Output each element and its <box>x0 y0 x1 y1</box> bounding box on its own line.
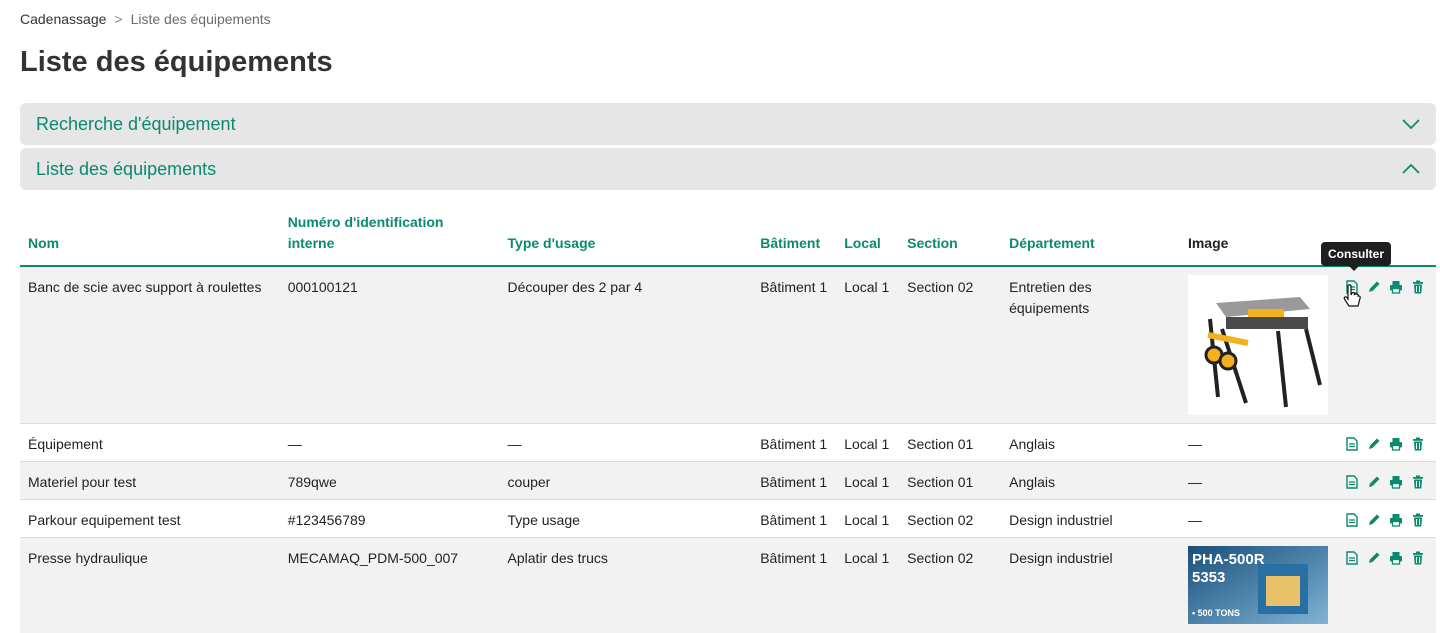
header-type[interactable]: Type d'usage <box>499 205 753 267</box>
page-title: Liste des équipements <box>20 46 333 78</box>
printer-icon[interactable] <box>1388 550 1404 566</box>
cell-actions <box>1335 537 1436 633</box>
pencil-icon[interactable] <box>1366 550 1382 566</box>
trash-icon[interactable] <box>1410 512 1426 528</box>
cell-section: Section 01 <box>899 461 1002 500</box>
cell-type: — <box>499 423 753 462</box>
header-numero[interactable]: Numéro d'identification interne <box>279 205 500 267</box>
cell-batiment: Bâtiment 1 <box>752 423 837 462</box>
cell-actions <box>1335 461 1436 500</box>
cell-type: couper <box>499 461 753 500</box>
cell-numero: — <box>279 423 500 462</box>
cell-local: Local 1 <box>836 461 900 500</box>
cell-nom: Banc de scie avec support à roulettes <box>20 266 280 424</box>
table-row[interactable]: Banc de scie avec support à roulettes 00… <box>20 266 1436 424</box>
breadcrumb: Cadenassage > Liste des équipements <box>20 11 271 27</box>
cell-image <box>1179 266 1336 424</box>
cell-image: — <box>1179 499 1336 538</box>
hydraulic-press-image[interactable]: PHA-500R 5353 • 500 TONS <box>1187 545 1328 624</box>
cell-nom: Presse hydraulique <box>20 537 280 633</box>
hand-cursor-icon <box>1343 284 1361 307</box>
cell-nom: Parkour equipement test <box>20 499 280 538</box>
cell-nom: Équipement <box>20 423 280 462</box>
chevron-down-icon[interactable] <box>1402 118 1420 130</box>
table-header-row: Nom Numéro d'identification interne Type… <box>20 205 1436 267</box>
pencil-icon[interactable] <box>1366 474 1382 490</box>
cell-departement: Entretien des équipements <box>1001 266 1180 424</box>
document-icon[interactable] <box>1344 550 1360 566</box>
cell-type: Type usage <box>499 499 753 538</box>
header-local[interactable]: Local <box>836 205 900 267</box>
cell-section: Section 01 <box>899 423 1002 462</box>
document-icon[interactable] <box>1344 474 1360 490</box>
cell-local: Local 1 <box>836 499 900 538</box>
document-icon[interactable] <box>1344 512 1360 528</box>
pencil-icon[interactable] <box>1366 436 1382 452</box>
printer-icon[interactable] <box>1388 512 1404 528</box>
trash-icon[interactable] <box>1410 550 1426 566</box>
cell-image: — <box>1179 461 1336 500</box>
cell-numero: 000100121 <box>279 266 500 424</box>
document-icon[interactable] <box>1344 436 1360 452</box>
header-section[interactable]: Section <box>899 205 1002 267</box>
table-saw-image[interactable] <box>1187 275 1328 415</box>
cell-local: Local 1 <box>836 266 900 424</box>
trash-icon[interactable] <box>1410 436 1426 452</box>
cell-nom: Materiel pour test <box>20 461 280 500</box>
consulter-tooltip: Consulter <box>1321 242 1392 271</box>
cell-numero: MECAMAQ_PDM-500_007 <box>279 537 500 633</box>
cell-departement: Design industriel <box>1001 537 1180 633</box>
cell-batiment: Bâtiment 1 <box>752 461 837 500</box>
pencil-icon[interactable] <box>1366 512 1382 528</box>
printer-icon[interactable] <box>1388 279 1404 295</box>
breadcrumb-separator: > <box>114 11 123 27</box>
cell-batiment: Bâtiment 1 <box>752 537 837 633</box>
printer-icon[interactable] <box>1388 436 1404 452</box>
cell-section: Section 02 <box>899 537 1002 633</box>
header-departement[interactable]: Département <box>1001 205 1180 267</box>
trash-icon[interactable] <box>1410 474 1426 490</box>
table-row[interactable]: Materiel pour test 789qwe couper Bâtimen… <box>20 461 1436 500</box>
cell-image: PHA-500R 5353 • 500 TONS <box>1179 537 1336 633</box>
cell-departement: Anglais <box>1001 423 1180 462</box>
cell-image: — <box>1179 423 1336 462</box>
pencil-icon[interactable] <box>1366 279 1382 295</box>
cell-numero: 789qwe <box>279 461 500 500</box>
cell-numero: #123456789 <box>279 499 500 538</box>
cell-type: Aplatir des trucs <box>499 537 753 633</box>
printer-icon[interactable] <box>1388 474 1404 490</box>
table-row[interactable]: Équipement — — Bâtiment 1 Local 1 Sectio… <box>20 423 1436 462</box>
list-panel-header[interactable]: Liste des équipements <box>20 148 1436 190</box>
cell-departement: Anglais <box>1001 461 1180 500</box>
search-panel-label: Recherche d'équipement <box>36 113 236 134</box>
cell-type: Découper des 2 par 4 <box>499 266 753 424</box>
cell-local: Local 1 <box>836 537 900 633</box>
table-row[interactable]: Parkour equipement test #123456789 Type … <box>20 499 1436 538</box>
cell-actions <box>1335 499 1436 538</box>
chevron-up-icon[interactable] <box>1402 163 1420 175</box>
trash-icon[interactable] <box>1410 279 1426 295</box>
equipment-table: Nom Numéro d'identification interne Type… <box>20 205 1436 633</box>
breadcrumb-current: Liste des équipements <box>130 11 271 27</box>
cell-actions <box>1335 423 1436 462</box>
cell-batiment: Bâtiment 1 <box>752 499 837 538</box>
breadcrumb-root[interactable]: Cadenassage <box>20 11 106 27</box>
table-row[interactable]: Presse hydraulique MECAMAQ_PDM-500_007 A… <box>20 537 1436 633</box>
header-image: Image <box>1179 205 1336 267</box>
cell-section: Section 02 <box>899 266 1002 424</box>
header-batiment[interactable]: Bâtiment <box>752 205 837 267</box>
press-number-text: 5353 <box>1192 569 1225 586</box>
header-nom[interactable]: Nom <box>20 205 280 267</box>
press-model-text: PHA-500R <box>1192 551 1265 568</box>
cell-local: Local 1 <box>836 423 900 462</box>
search-panel-header[interactable]: Recherche d'équipement <box>20 103 1436 145</box>
cell-batiment: Bâtiment 1 <box>752 266 837 424</box>
list-panel-label: Liste des équipements <box>36 158 217 179</box>
press-tons-text: • 500 TONS <box>1192 608 1240 618</box>
cell-section: Section 02 <box>899 499 1002 538</box>
cell-departement: Design industriel <box>1001 499 1180 538</box>
